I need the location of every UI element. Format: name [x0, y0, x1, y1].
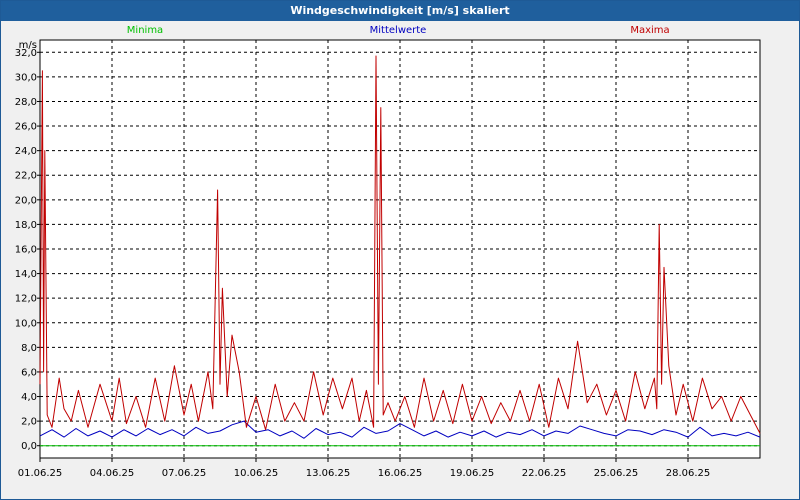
legend-entry: Maxima: [630, 25, 669, 36]
y-tick-label: 8,0: [21, 343, 37, 354]
y-tick-label: 0,0: [21, 441, 37, 452]
x-tick-label: 10.06.25: [234, 468, 279, 479]
y-tick-label: 4,0: [21, 392, 37, 403]
y-tick-label: 22,0: [15, 171, 37, 182]
y-tick-label: 30,0: [15, 72, 37, 83]
x-tick-label: 07.06.25: [162, 468, 207, 479]
y-tick-label: 6,0: [21, 367, 37, 378]
x-tick-label: 16.06.25: [378, 468, 423, 479]
y-tick-label: 18,0: [15, 220, 37, 231]
y-tick-label: 28,0: [15, 97, 37, 108]
y-tick-label: 14,0: [15, 269, 37, 280]
x-tick-label: 04.06.25: [90, 468, 135, 479]
y-axis-label: m/s: [19, 40, 37, 51]
y-tick-label: 26,0: [15, 122, 37, 133]
x-tick-label: 25.06.25: [594, 468, 639, 479]
wind-speed-chart: 0,0 2,0 4,0 6,0 8,0 10,0 12,0 14,0 16,0 18,0 20,0 2…: [15, 25, 761, 479]
x-tick-label: 13.06.25: [306, 468, 351, 479]
legend-entry: Mittelwerte: [370, 25, 427, 36]
y-tick-label: 20,0: [15, 195, 37, 206]
y-tick-label: 2,0: [21, 417, 37, 428]
y-tick-label: 12,0: [15, 294, 37, 305]
y-tick-label: 10,0: [15, 318, 37, 329]
y-tick-label: 24,0: [15, 146, 37, 157]
legend-entry: Minima: [127, 25, 163, 36]
x-tick-label: 28.06.25: [666, 468, 711, 479]
x-tick-label: 01.06.25: [18, 468, 63, 479]
x-tick-label: 19.06.25: [450, 468, 495, 479]
y-tick-label: 16,0: [15, 245, 37, 256]
x-tick-label: 22.06.25: [522, 468, 567, 479]
